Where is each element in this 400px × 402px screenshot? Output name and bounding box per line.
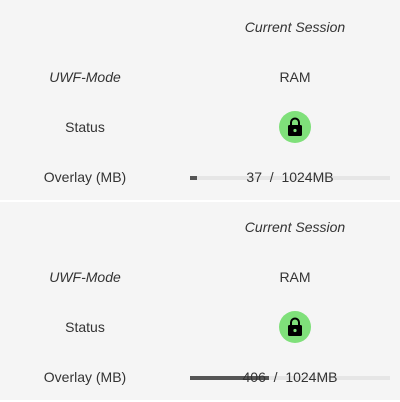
overlay-label: Overlay (MB) [43, 169, 127, 185]
uwf-mode-row: UWF-Mode RAM [0, 252, 400, 302]
header-row: Current Session [0, 2, 400, 52]
session-panel-2: Current Session UWF-Mode RAM Status Over… [0, 200, 400, 400]
status-row: Status [0, 102, 400, 152]
status-badge [279, 311, 311, 343]
status-label: Status [65, 319, 105, 335]
current-session-header: Current Session [244, 19, 346, 35]
lock-icon [288, 117, 302, 136]
uwf-mode-label: UWF-Mode [49, 269, 121, 285]
overlay-row: Overlay (MB) 37 / 1024MB [0, 152, 400, 202]
session-panel-1: Current Session UWF-Mode RAM Status Over… [0, 0, 400, 200]
overlay-usage-text: 406 / 1024MB [242, 369, 338, 385]
current-session-header: Current Session [244, 219, 346, 235]
overlay-total-value: 1024MB [281, 169, 334, 185]
overlay-used-value: 406 [242, 369, 266, 385]
overlay-used-value: 37 [246, 169, 262, 185]
uwf-mode-label: UWF-Mode [49, 69, 121, 85]
uwf-mode-row: UWF-Mode RAM [0, 52, 400, 102]
uwf-mode-value: RAM [279, 69, 311, 85]
status-label: Status [65, 119, 105, 135]
status-row: Status [0, 302, 400, 352]
overlay-usage-text: 37 / 1024MB [246, 169, 334, 185]
overlay-total-value: 1024MB [285, 369, 338, 385]
status-badge [279, 111, 311, 143]
overlay-usage: 37 / 1024MB [190, 152, 390, 202]
overlay-row: Overlay (MB) 406 / 1024MB [0, 352, 400, 402]
header-row: Current Session [0, 202, 400, 252]
overlay-usage: 406 / 1024MB [190, 352, 390, 402]
lock-icon [288, 317, 302, 336]
uwf-mode-value: RAM [279, 269, 311, 285]
overlay-label: Overlay (MB) [43, 369, 127, 385]
